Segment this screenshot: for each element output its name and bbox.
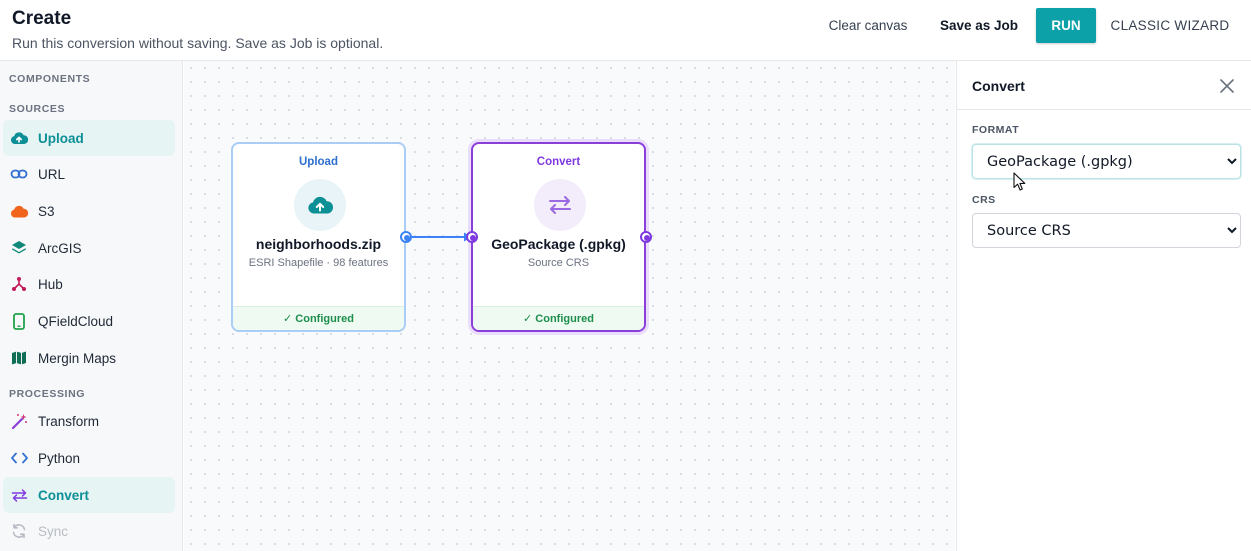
sidebar-item-qfieldcloud[interactable]: QFieldCloud — [3, 303, 175, 339]
sync-icon — [10, 522, 28, 540]
processing-heading: PROCESSING — [9, 388, 86, 400]
sidebar-item-sync: Sync — [3, 513, 175, 549]
sidebar-item-transform[interactable]: Transform — [3, 403, 175, 439]
node-icon — [534, 179, 586, 231]
sidebar-item-convert[interactable]: Convert — [3, 477, 175, 513]
upload-node[interactable]: Upload neighborhoods.zip ESRI Shapefile … — [231, 142, 406, 332]
run-button[interactable]: RUN — [1036, 8, 1096, 43]
sidebar-item-hub[interactable]: Hub — [3, 266, 175, 302]
close-panel-button[interactable] — [1216, 75, 1238, 97]
page-subtitle: Run this conversion without saving. Save… — [12, 35, 384, 51]
convert-output-port[interactable] — [640, 231, 652, 243]
layers-icon — [10, 239, 28, 257]
code-icon — [10, 449, 28, 467]
sidebar-item-label: Python — [38, 450, 81, 466]
sources-heading: SOURCES — [9, 103, 66, 115]
sidebar-item-label: QFieldCloud — [38, 313, 114, 329]
sidebar-item-label: ArcGIS — [38, 240, 82, 256]
sidebar-item-url[interactable]: URL — [3, 156, 175, 192]
upload-output-port[interactable] — [400, 231, 412, 243]
sidebar-item-label: Sync — [38, 523, 69, 539]
crs-label: CRS — [972, 194, 996, 206]
node-description: Source CRS — [527, 257, 590, 269]
cloud-upload-icon — [308, 196, 333, 214]
sidebar-item-s3[interactable]: S3 — [3, 193, 175, 229]
components-sidebar: COMPONENTS SOURCES Upload URL S3 ArcGIS … — [0, 61, 183, 551]
map-icon — [10, 349, 28, 367]
magic-wand-icon — [10, 412, 28, 430]
sidebar-item-mergin-maps[interactable]: Mergin Maps — [3, 340, 175, 376]
top-bar: Create Run this conversion without savin… — [0, 0, 1251, 61]
sidebar-item-label: Mergin Maps — [38, 350, 117, 366]
sidebar-item-label: S3 — [38, 203, 55, 219]
node-title: GeoPackage (.gpkg) — [491, 236, 626, 252]
properties-panel: Convert FORMAT GeoPackage (.gpkg) CRS So… — [956, 61, 1251, 551]
node-icon — [294, 179, 346, 231]
swap-icon — [10, 486, 28, 504]
classic-wizard-button[interactable]: CLASSIC WIZARD — [1108, 8, 1232, 43]
sidebar-item-label: Convert — [38, 487, 90, 503]
node-title: neighborhoods.zip — [255, 236, 382, 252]
node-type-label: Convert — [536, 156, 581, 168]
node-description: ESRI Shapefile · 98 features — [248, 257, 389, 269]
convert-input-port[interactable] — [466, 231, 478, 243]
node-status-badge: ✓ Configured — [473, 306, 644, 330]
page-title: Create — [12, 8, 72, 29]
panel-header: Convert — [957, 61, 1251, 110]
format-label: FORMAT — [972, 124, 1020, 136]
panel-title: Convert — [972, 78, 1025, 94]
cloud-upload-icon — [10, 129, 28, 147]
mouse-cursor-icon — [1013, 172, 1026, 191]
node-status-badge: ✓ Configured — [233, 306, 404, 330]
sidebar-item-arcgis[interactable]: ArcGIS — [3, 230, 175, 266]
cloud-icon — [10, 202, 28, 220]
sidebar-item-label: Upload — [38, 130, 84, 146]
crs-select[interactable]: Source CRS — [972, 213, 1241, 248]
close-icon — [1220, 79, 1234, 93]
sidebar-item-upload[interactable]: Upload — [3, 120, 175, 156]
save-as-job-button[interactable]: Save as Job — [934, 8, 1024, 43]
link-icon — [10, 165, 28, 183]
convert-node[interactable]: Convert GeoPackage (.gpkg) Source CRS ✓ … — [471, 142, 646, 332]
mobile-icon — [10, 312, 28, 330]
components-heading: COMPONENTS — [9, 73, 91, 85]
clear-canvas-button[interactable]: Clear canvas — [818, 8, 918, 43]
sidebar-item-label: URL — [38, 166, 66, 182]
sidebar-item-python[interactable]: Python — [3, 440, 175, 476]
node-type-label: Upload — [299, 156, 338, 168]
sidebar-item-label: Hub — [38, 276, 63, 292]
swap-icon — [549, 196, 571, 214]
sidebar-item-label: Transform — [38, 413, 100, 429]
workflow-canvas[interactable]: Upload neighborhoods.zip ESRI Shapefile … — [184, 61, 955, 551]
hub-icon — [10, 275, 28, 293]
